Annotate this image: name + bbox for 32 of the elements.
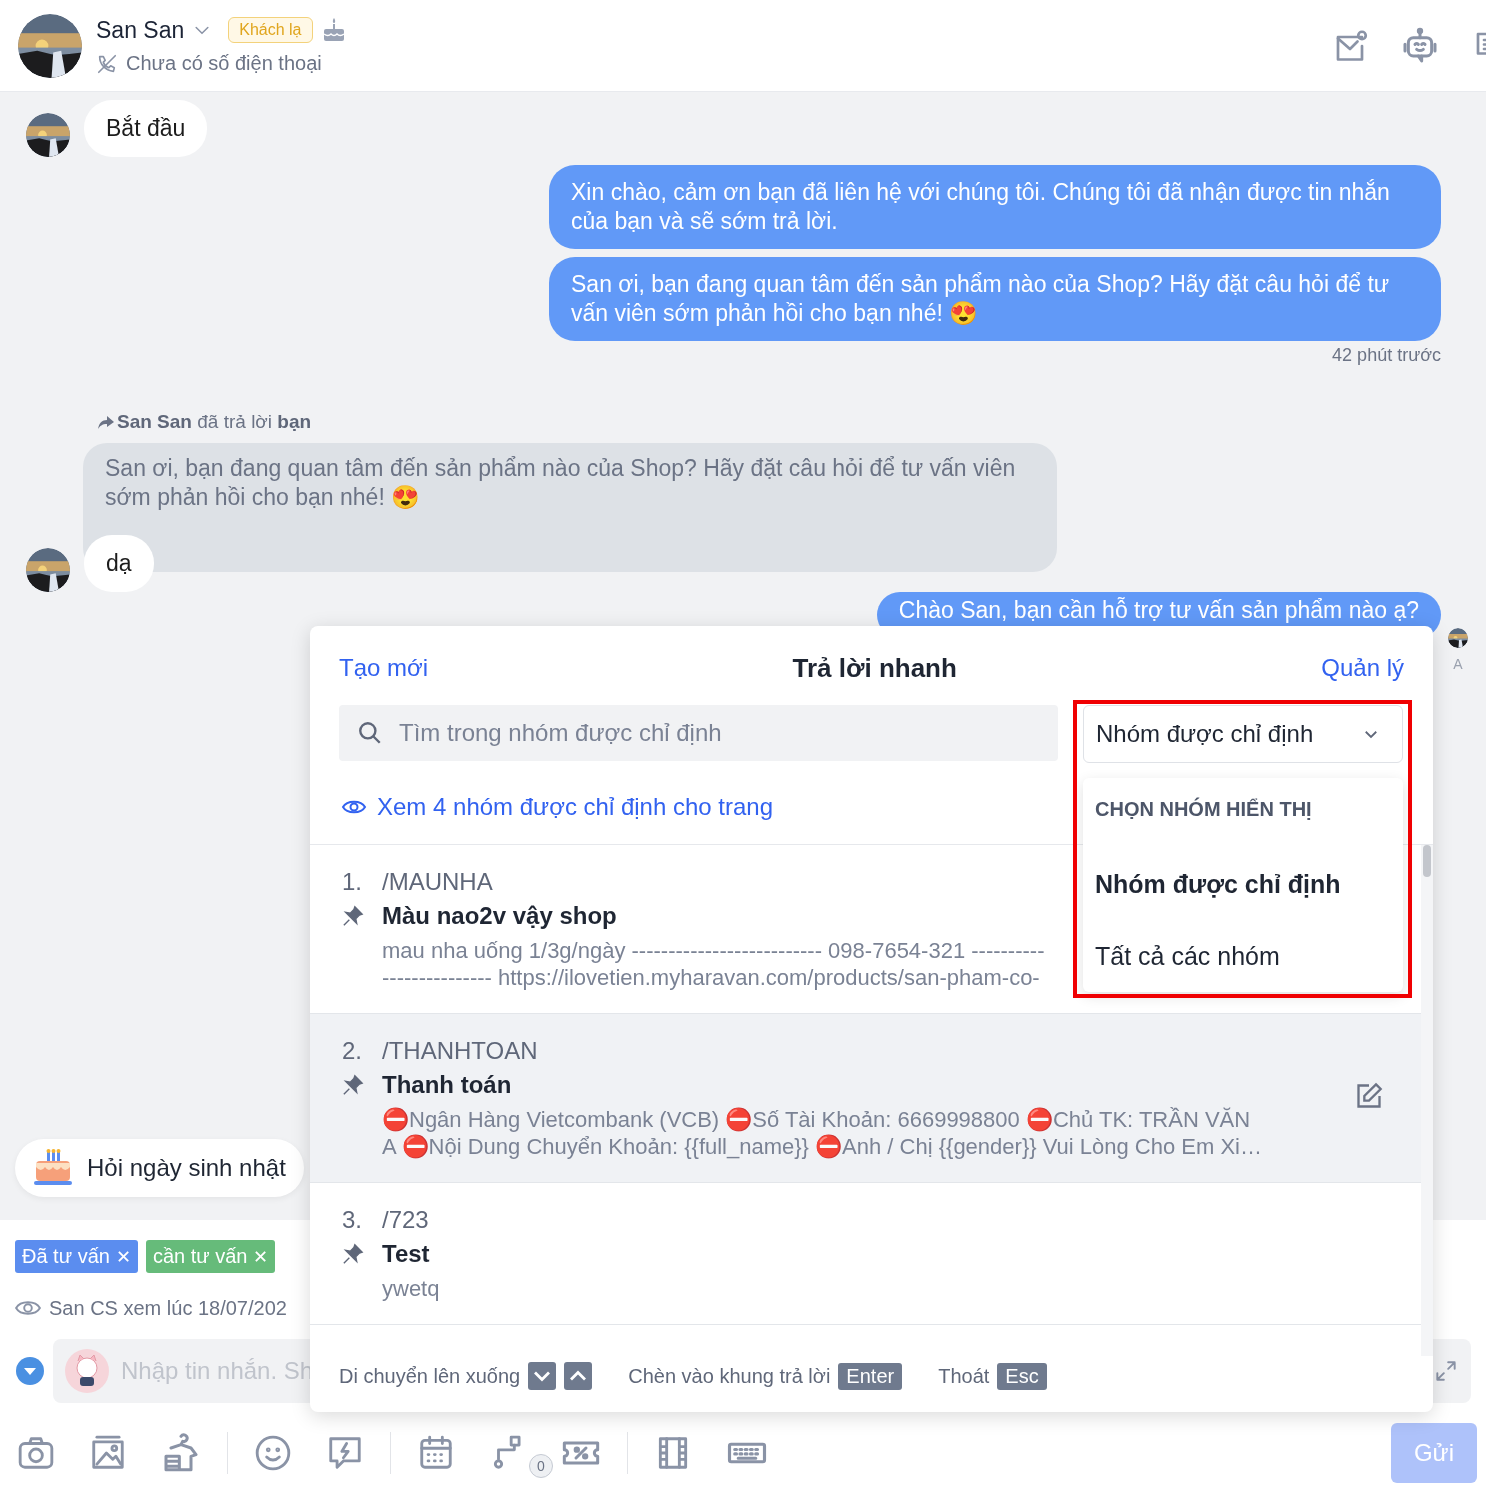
hint-label: Thoát: [938, 1364, 990, 1388]
phone-status: Chưa có số điện thoại: [126, 52, 322, 75]
item-title: Thanh toán: [382, 1070, 512, 1100]
item-content: ywetq: [382, 1275, 440, 1302]
item-shortcut: /MAUNHA: [382, 867, 493, 897]
item-number: 3.: [342, 1205, 363, 1235]
item-content: mau nha uống 1/3g/ngày -------------------------- 098-7654-321 ---------- --------------- https://ilovetien.myharavan.com/products/san-pham-co-: [382, 937, 1045, 991]
sender-label: A: [1453, 656, 1463, 672]
key-label: Enter: [838, 1362, 903, 1390]
contact-name: San San: [96, 16, 185, 44]
item-title: Test: [382, 1239, 430, 1269]
menu-heading: CHỌN NHÓM HIỂN THỊ: [1095, 798, 1313, 822]
item-number: 2.: [342, 1036, 363, 1066]
seen-status: San CS xem lúc 18/07/202: [49, 1296, 287, 1320]
count-badge: 0: [529, 1454, 553, 1478]
hint-label: Chèn vào khung trả lời: [628, 1364, 831, 1388]
hint-label: Di chuyển lên xuống: [339, 1364, 521, 1388]
reply-note: San San đã trả lời bạn: [117, 411, 312, 433]
item-shortcut: /THANHTOAN: [382, 1036, 538, 1066]
message-bubble: dạ: [84, 535, 154, 592]
item-content: ⛔Ngân Hàng Vietcombank (VCB) ⛔Số Tài Khoản: 6669998800 ⛔Chủ TK: TRẦN VĂN A ⛔Nội Dung Chuyển Khoản: {{full_name}} ⛔Anh / Chị {{gender}} Vui Lòng Cho Em Xi…: [382, 1106, 1262, 1160]
item-title: Màu nao2v vậy shop: [382, 901, 617, 931]
suggestion-label: Hỏi ngày sinh nhật: [87, 1154, 286, 1182]
message-bubble: San ơi, bạn đang quan tâm đến sản phẩm nào của Shop? Hãy đặt câu hỏi để tư vấn viên sớm phản hồi cho bạn nhé! 😍: [549, 257, 1441, 341]
customer-badge: Khách lạ: [228, 17, 313, 43]
message-time: 42 phút trước: [1332, 345, 1441, 366]
panel-title: Trả lời nhanh: [792, 652, 957, 684]
message-bubble: Xin chào, cảm ơn bạn đã liên hệ với chúng tôi. Chúng tôi đã nhận được tin nhắn của bạn và sẽ sớm trả lời.: [549, 165, 1441, 249]
key-label: Esc: [997, 1362, 1047, 1390]
message-bubble: Bắt đầu: [84, 100, 208, 157]
item-shortcut: /723: [382, 1205, 429, 1235]
item-number: 1.: [342, 867, 363, 897]
